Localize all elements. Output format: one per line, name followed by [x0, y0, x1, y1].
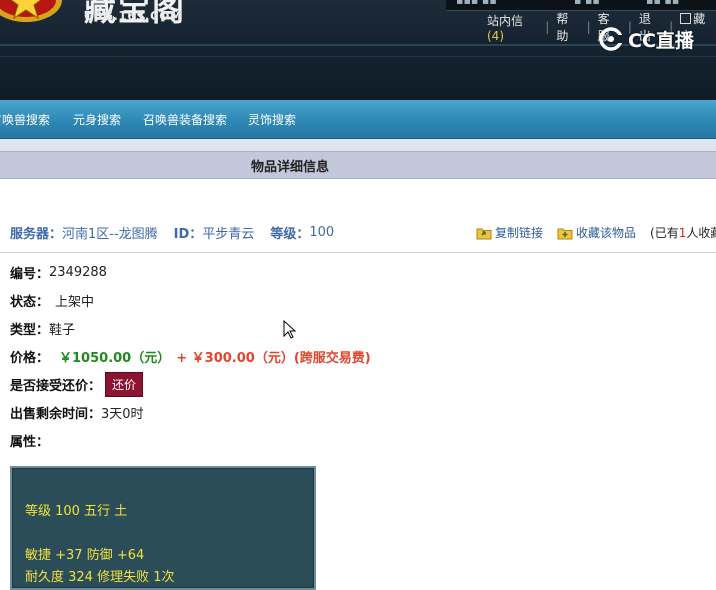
folder-arrow-icon — [476, 228, 492, 239]
cc-live-logo-icon — [599, 27, 625, 51]
number-value: 2349288 — [49, 264, 107, 280]
watermark-text: CC直播 — [628, 29, 694, 52]
copy-link-button[interactable]: 复制链接 — [476, 224, 543, 241]
level-value: 100 — [309, 224, 335, 240]
inbox-count-badge: (4) — [487, 28, 504, 43]
fee-value: + ￥300.00（元）(跨服交易费) — [176, 350, 371, 366]
level-label: 等级： — [270, 226, 310, 242]
attr-line-stats: 敏捷 +37 防御 +64 — [25, 548, 145, 563]
gold-star-emblem-icon[interactable] — [0, 0, 64, 26]
type-value: 鞋子 — [49, 322, 76, 338]
detail-counter-offer: 是否接受还价： 还价 — [10, 371, 144, 397]
id-value: 平步青云 — [202, 226, 255, 242]
detail-price: 价格： ￥1050.00（元） + ￥300.00（元）(跨服交易费) — [10, 346, 371, 366]
top-user-strip: ▪▪▪ ▪▪ ▪ ▪▪ ▪▪ ▪▪ — [446, 0, 716, 11]
type-label: 类型： — [10, 322, 50, 338]
menu-item-body-search[interactable]: 元身搜索 — [73, 111, 121, 128]
inbox-label: 站内信 — [487, 13, 524, 28]
favorite-count-note: (已有1人收藏 — [650, 224, 716, 241]
server-label: 服务器： — [10, 226, 63, 242]
favorite-item-button[interactable]: 收藏该物品 — [557, 224, 636, 241]
stream-watermark: CC直播 — [599, 26, 694, 52]
checkbox-icon — [680, 13, 692, 24]
attribute-panel: 等级 100 五行 土 敏捷 +37 防御 +64 耐久度 324 修理失败 1… — [10, 466, 316, 590]
strip-fragment: ▪▪ ▪▪ — [646, 0, 680, 7]
header-accent-line-2 — [0, 56, 716, 57]
menu-item-ornament-search[interactable]: 灵饰搜索 — [248, 111, 296, 128]
nav-separator: | — [545, 20, 550, 34]
item-summary-row: 服务器： 河南1区--龙图腾 ID： 平步青云 等级： 100 — [10, 222, 350, 242]
attr-label: 属性： — [10, 434, 50, 450]
copy-link-label: 复制链接 — [495, 226, 544, 240]
menu-item-summon-equip-search[interactable]: 召唤兽装备搜索 — [143, 111, 227, 128]
fav-suffix: 人收藏 — [686, 226, 716, 240]
nav-separator: | — [586, 20, 591, 34]
id-label: ID： — [173, 226, 203, 242]
status-value: 上架中 — [55, 294, 95, 310]
counter-label: 是否接受还价： — [10, 378, 102, 394]
site-header: 藏宝阁 CBG.163.COM ▪▪▪ ▪▪ ▪ ▪▪ ▪▪ ▪▪ 站内信(4)… — [0, 0, 716, 100]
logo-domain: CBG.163.COM — [84, 9, 183, 23]
detail-number: 编号： 2349288 — [10, 262, 107, 282]
time-label: 出售剩余时间： — [10, 406, 102, 422]
menu-gap — [0, 139, 716, 151]
price-value: ￥1050.00（元） — [59, 350, 171, 366]
section-divider — [0, 252, 716, 253]
attr-line-level: 等级 100 五行 土 — [25, 504, 128, 519]
server-value: 河南1区--龙图腾 — [62, 226, 158, 242]
time-value: 3天0时 — [101, 406, 144, 422]
favorite-label: 收藏该物品 — [576, 226, 637, 240]
help-link[interactable]: 帮助 — [556, 10, 579, 44]
panel-title-bar: 物品详细信息 — [0, 151, 716, 179]
folder-plus-icon — [557, 228, 573, 239]
status-label: 状态： — [10, 294, 50, 310]
mouse-pointer-icon — [283, 320, 297, 339]
panel-title: 物品详细信息 — [251, 160, 330, 175]
price-label: 价格： — [10, 350, 50, 366]
detail-attributes: 属性： — [10, 430, 49, 450]
attr-line-durability: 耐久度 324 修理失败 1次 — [25, 570, 175, 585]
item-actions: 复制链接 收藏该物品 (已有1人收藏 — [476, 224, 716, 241]
detail-status: 状态： 上架中 — [10, 290, 94, 310]
detail-type: 类型： 鞋子 — [10, 318, 75, 338]
number-label: 编号： — [10, 266, 50, 282]
search-menu-bar: 召唤兽搜索 元身搜索 召唤兽装备搜索 灵饰搜索 — [0, 100, 716, 139]
fav-prefix: (已有 — [650, 226, 679, 240]
inbox-link[interactable]: 站内信(4) — [487, 12, 538, 43]
strip-fragment: ▪▪▪ ▪▪ — [456, 0, 497, 7]
strip-fragment: ▪ ▪▪ — [574, 0, 600, 7]
counter-offer-button[interactable]: 还价 — [105, 371, 144, 397]
detail-remaining-time: 出售剩余时间： 3天0时 — [10, 402, 144, 422]
menu-item-summon-search[interactable]: 召唤兽搜索 — [0, 111, 50, 128]
